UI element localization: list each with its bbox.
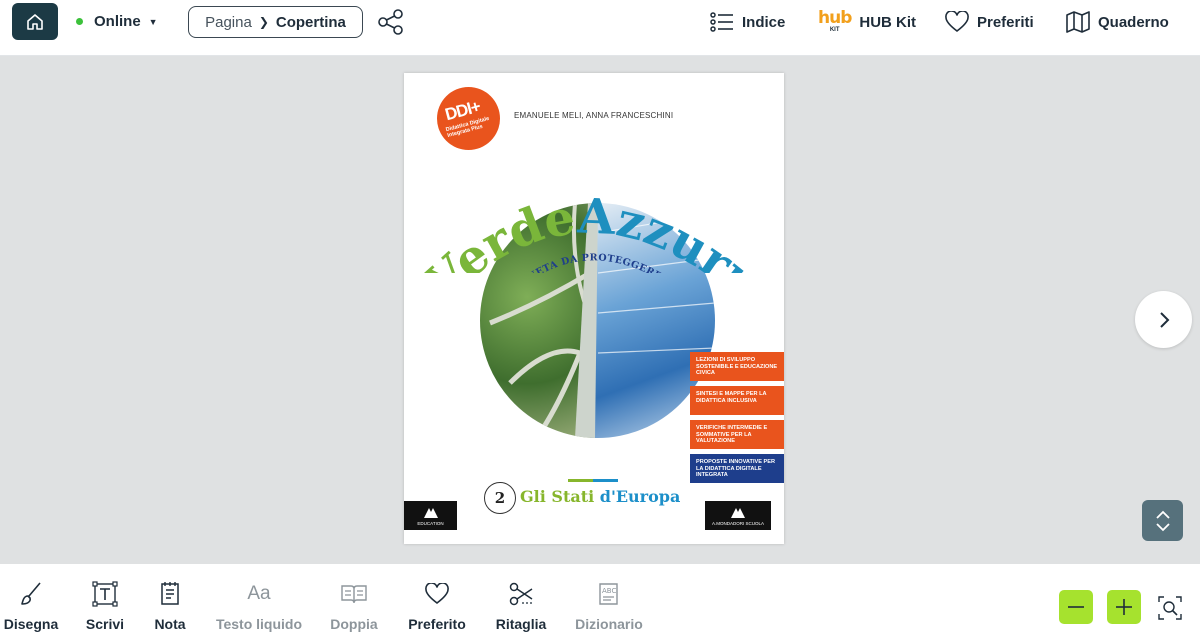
hubkit-button[interactable]: hub KIT HUB Kit xyxy=(818,8,916,36)
home-icon xyxy=(27,13,43,30)
dictionary-icon: ABC xyxy=(599,583,618,605)
cover-authors: EMANUELE MELI, ANNA FRANCESCHINI xyxy=(514,111,674,120)
page-value: Copertina xyxy=(275,13,346,31)
connection-status[interactable]: Online ▼ xyxy=(76,13,158,30)
note-icon xyxy=(161,582,179,605)
tool-label: Doppia xyxy=(330,616,378,632)
font-aa-icon: Aa xyxy=(247,583,271,604)
index-label: Indice xyxy=(742,13,786,31)
chevron-right-icon: ❯ xyxy=(258,15,269,29)
brush-icon xyxy=(21,582,41,605)
svg-text:ABC: ABC xyxy=(602,587,616,595)
tool-label: Scrivi xyxy=(85,616,125,632)
cover-features: LEZIONI DI SVILUPPO SOSTENIBILE E EDUCAZ… xyxy=(690,352,784,488)
tool-liquid-text[interactable]: Aa Testo liquido xyxy=(214,580,304,632)
book-cover-page[interactable]: DDI+ Didattica Digitale Integrata Plus E… xyxy=(404,73,784,544)
top-bar: Online ▼ Pagina ❯ Copertina Indice hub K… xyxy=(0,0,1200,56)
zoom-area-icon xyxy=(1158,596,1182,620)
feature-badge: LEZIONI DI SVILUPPO SOSTENIBILE E EDUCAZ… xyxy=(690,352,784,381)
ddi-badge: DDI+ Didattica Digitale Integrata Plus xyxy=(437,87,500,150)
chevron-right-icon xyxy=(1159,311,1169,328)
heart-icon xyxy=(425,583,449,605)
scissors-icon xyxy=(509,582,533,606)
tool-label: Preferito xyxy=(408,616,466,632)
expand-collapse-button[interactable] xyxy=(1142,500,1183,541)
tool-double[interactable]: Doppia xyxy=(309,580,399,632)
cover-title: VerdeAzzurro UN PIANETA DA PROTEGGERE xyxy=(414,188,784,273)
chevron-down-icon: ▼ xyxy=(148,16,158,27)
list-icon xyxy=(710,12,733,32)
publisher-logo-left: EDUCATION xyxy=(404,501,457,530)
volume-title: Gli Stati d'Europa xyxy=(520,487,681,506)
bottom-toolbar: Disegna Scrivi Nota Aa Testo liquido Dop… xyxy=(0,564,1200,643)
zoom-area-button[interactable] xyxy=(1158,596,1182,620)
favorites-label: Preferiti xyxy=(977,13,1034,31)
index-button[interactable]: Indice xyxy=(710,8,785,36)
share-icon xyxy=(378,9,403,35)
tool-label: Nota xyxy=(154,616,186,632)
text-box-icon xyxy=(92,581,118,607)
tool-dictionary[interactable]: ABC Dizionario xyxy=(564,580,654,632)
online-dot-icon xyxy=(76,18,83,25)
status-label: Online xyxy=(94,13,141,30)
tool-crop[interactable]: Ritaglia xyxy=(476,580,566,632)
zoom-in-button[interactable] xyxy=(1107,590,1141,624)
share-button[interactable] xyxy=(377,9,405,35)
volume-number: 2 xyxy=(484,482,516,514)
page-prefix: Pagina xyxy=(205,13,252,31)
notebook-button[interactable]: Quaderno xyxy=(1066,8,1169,36)
page-selector[interactable]: Pagina ❯ Copertina xyxy=(188,6,363,38)
tool-note[interactable]: Nota xyxy=(125,580,215,632)
tool-label: Disegna xyxy=(3,616,59,632)
notebook-label: Quaderno xyxy=(1098,13,1169,31)
next-page-button[interactable] xyxy=(1135,291,1192,348)
feature-badge: VERIFICHE INTERMEDIE E SOMMATIVE PER LA … xyxy=(690,420,784,449)
tool-label: Dizionario xyxy=(575,616,643,632)
chevron-up-down-icon xyxy=(1155,510,1170,531)
feature-badge: PROPOSTE INNOVATIVE PER LA DIDATTICA DIG… xyxy=(690,454,784,483)
tool-label: Ritaglia xyxy=(495,616,547,632)
page-viewer[interactable]: DDI+ Didattica Digitale Integrata Plus E… xyxy=(0,56,1200,564)
plus-icon xyxy=(1116,599,1132,615)
zoom-out-button[interactable] xyxy=(1059,590,1093,624)
map-book-icon xyxy=(1066,11,1090,33)
feature-badge: SINTESI E MAPPE PER LA DIDATTICA INCLUSI… xyxy=(690,386,784,415)
heart-icon xyxy=(945,11,969,33)
color-bar xyxy=(568,479,618,482)
minus-icon xyxy=(1068,606,1084,608)
hub-kit-logo-icon: hub KIT xyxy=(818,8,852,34)
home-button[interactable] xyxy=(12,3,58,40)
open-book-icon xyxy=(341,585,367,604)
favorites-button[interactable]: Preferiti xyxy=(945,8,1034,36)
publisher-logo-right: A.MONDADORI SCUOLA xyxy=(705,501,771,530)
tool-favorite[interactable]: Preferito xyxy=(392,580,482,632)
tool-label: Testo liquido xyxy=(215,616,303,632)
hubkit-label: HUB Kit xyxy=(859,13,917,31)
